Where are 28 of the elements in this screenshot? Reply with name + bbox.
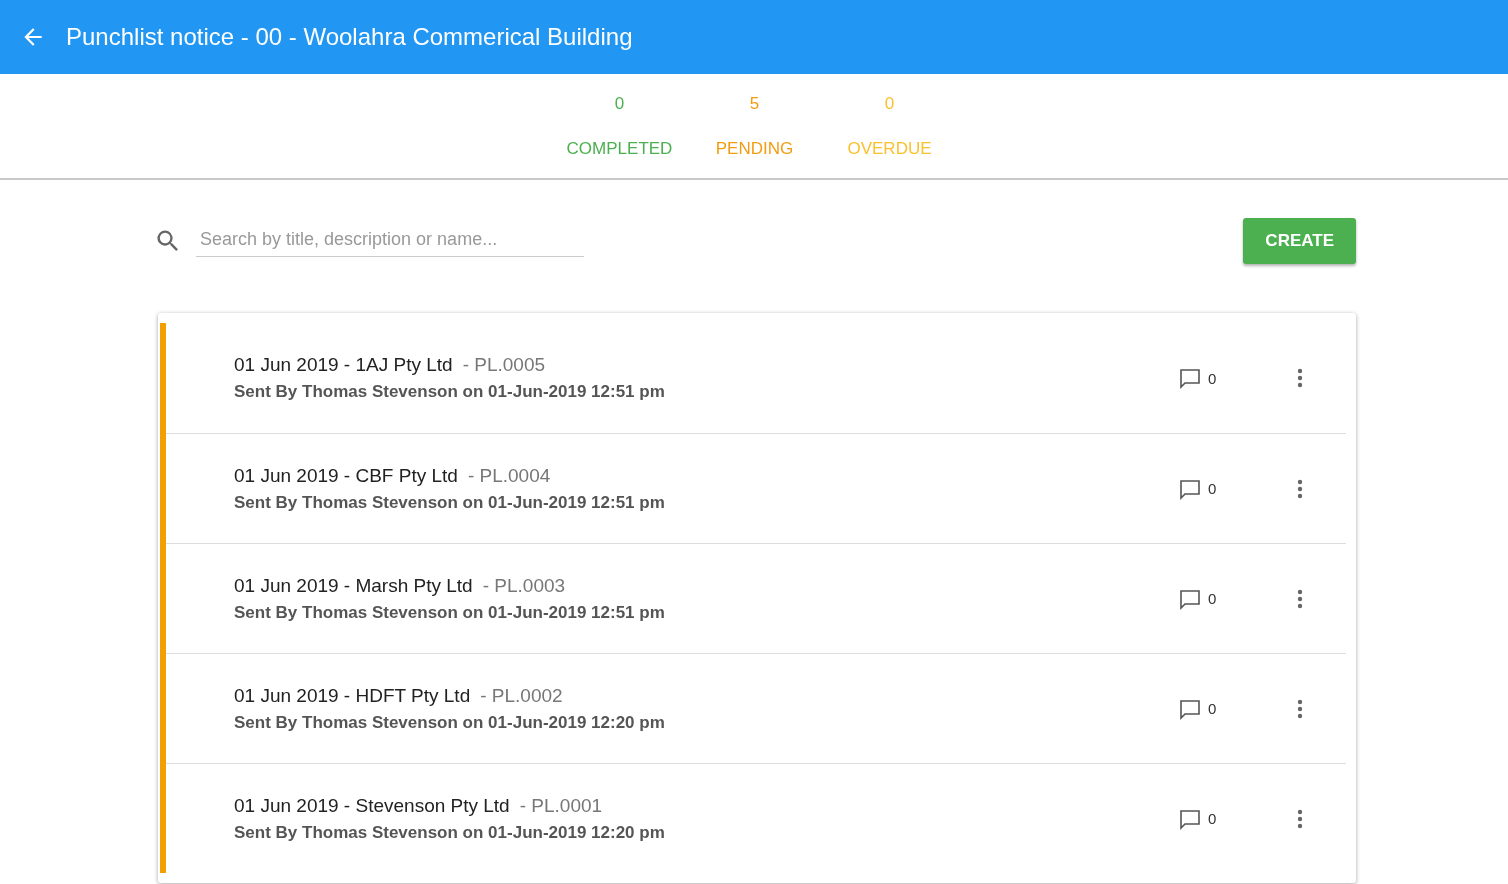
sent-info: Sent By Thomas Stevenson on 01-Jun-2019 12:51 pm (234, 492, 666, 513)
stat-label: COMPLETED (566, 139, 673, 159)
page-title: Punchlist notice - 00 - Woolahra Commerical Building (66, 23, 633, 51)
notice-code: - PL.0001 (519, 794, 603, 816)
stat-label: PENDING (715, 139, 794, 159)
comment-count: 0 (1208, 369, 1217, 387)
stat-count: 0 (884, 94, 895, 115)
stat-count: 5 (749, 94, 760, 115)
notice-code: - PL.0003 (482, 574, 566, 596)
sent-info: Sent By Thomas Stevenson on 01-Jun-2019 12:51 pm (234, 602, 666, 623)
sent-info: Sent By Thomas Stevenson on 01-Jun-2019 12:20 pm (234, 822, 666, 843)
notice-title[interactable]: 01 Jun 2019 - Stevenson Pty Ltd (234, 794, 510, 816)
notice-code: - PL.0002 (480, 684, 563, 706)
comment-count: 0 (1208, 480, 1217, 497)
notice-title[interactable]: 01 Jun 2019 - HDFT Pty Ltd (234, 684, 471, 706)
comment-count: 0 (1208, 590, 1217, 607)
comment-count: 0 (1208, 700, 1217, 717)
notice-title[interactable]: 01 Jun 2019 - 1AJ Pty Ltd (234, 354, 453, 375)
stat-label: OVERDUE (847, 139, 932, 159)
notice-title[interactable]: 01 Jun 2019 - Marsh Pty Ltd (234, 574, 473, 596)
notice-title[interactable]: 01 Jun 2019 - CBF Pty Ltd (234, 464, 458, 486)
sent-info: Sent By Thomas Stevenson on 01-Jun-2019 12:51 pm (234, 382, 666, 402)
comment-count: 0 (1208, 810, 1217, 827)
stat-count: 0 (614, 94, 625, 115)
sent-info: Sent By Thomas Stevenson on 01-Jun-2019 12:20 pm (234, 712, 666, 733)
comment-icon[interactable] (1178, 366, 1202, 390)
notice-code: - PL.0005 (462, 354, 546, 375)
notice-code: - PL.0004 (467, 464, 551, 486)
